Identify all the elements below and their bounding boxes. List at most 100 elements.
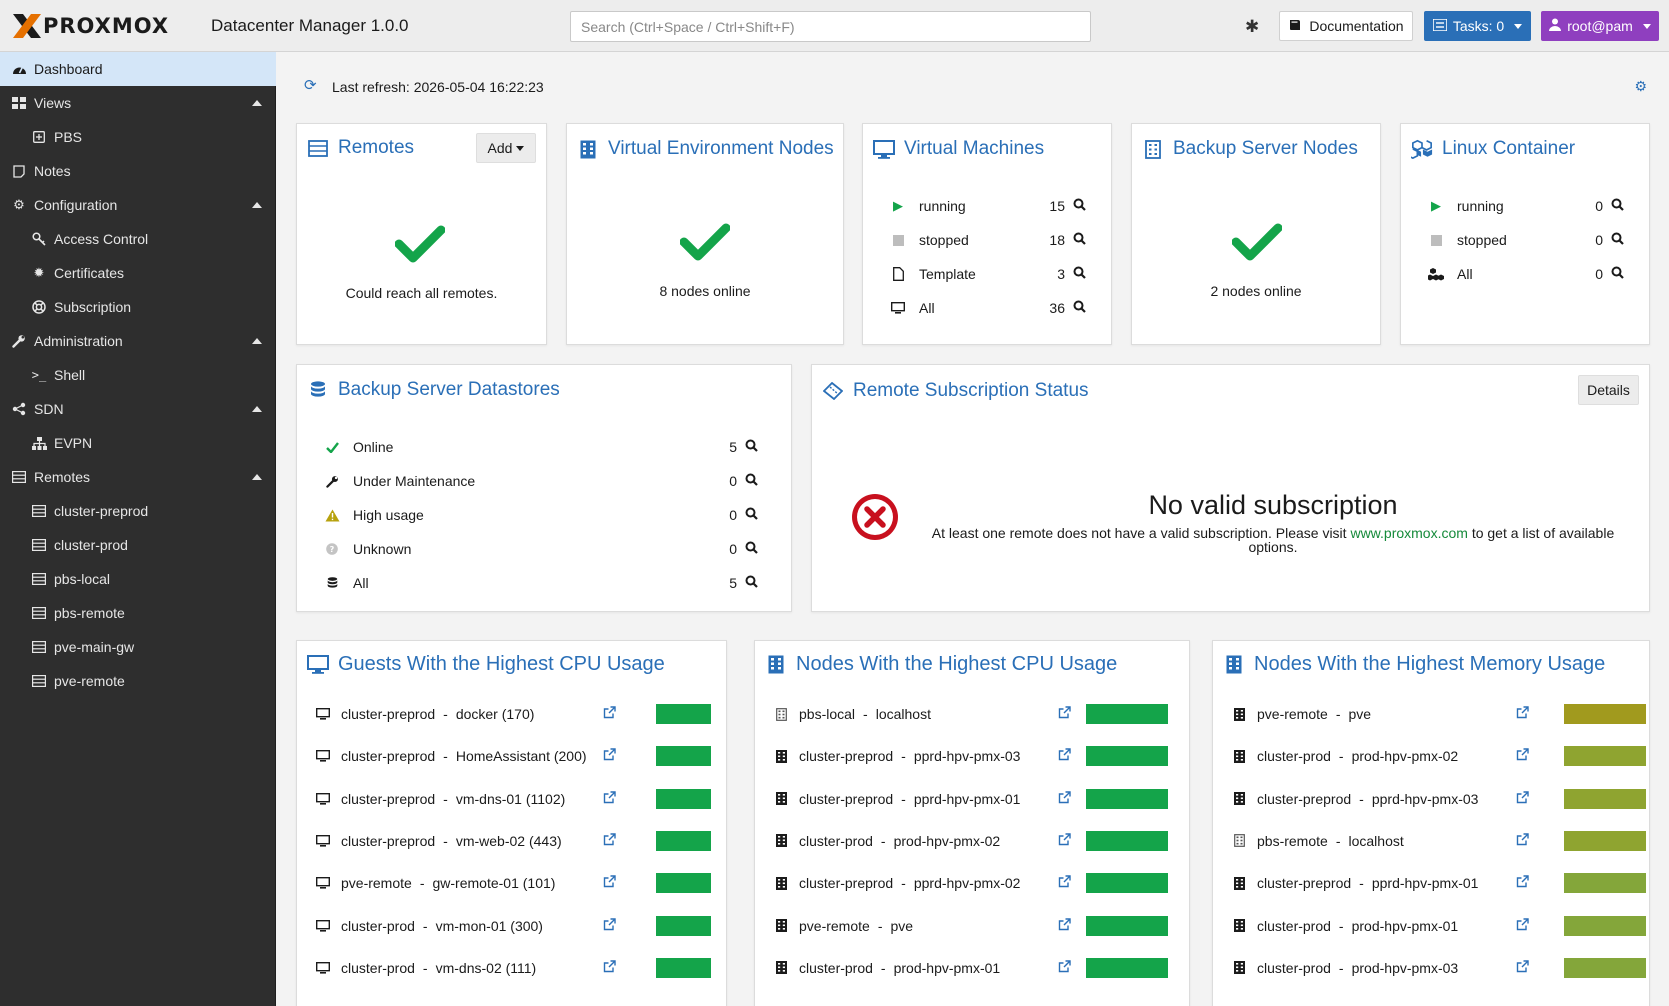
list-item[interactable]: cluster-prod - prod-hpv-pmx-03 [1231, 947, 1646, 989]
sidebar-item-configuration[interactable]: ⚙ Configuration [0, 188, 276, 222]
lxc-stopped-row[interactable]: stopped 0 [1425, 225, 1635, 255]
external-link-icon[interactable] [603, 706, 616, 722]
list-item[interactable]: cluster-preprod - pprd-hpv-pmx-02 [773, 862, 1178, 904]
sidebar-item-subscription[interactable]: Subscription [0, 290, 276, 324]
external-link-icon[interactable] [1058, 790, 1071, 807]
collapse-icon[interactable] [252, 474, 262, 480]
external-link-icon[interactable] [603, 833, 616, 849]
vm-all-row[interactable]: All 36 [887, 293, 1097, 323]
refresh-icon[interactable]: ⟳ [304, 76, 317, 94]
external-link-icon[interactable] [603, 875, 616, 891]
external-link-icon[interactable] [1058, 875, 1071, 891]
datastore-high-usage-row[interactable]: High usage 0 [321, 500, 771, 530]
sidebar-item-pbs[interactable]: PBS [0, 120, 276, 154]
search-icon[interactable] [1073, 232, 1086, 248]
datastore-maintenance-row[interactable]: Under Maintenance 0 [321, 466, 771, 496]
proxmox-logo[interactable]: PROXMOX [12, 12, 169, 40]
vm-stopped-row[interactable]: stopped 18 [887, 225, 1097, 255]
search-icon[interactable] [1611, 266, 1624, 282]
search-icon[interactable] [1073, 300, 1086, 316]
lxc-all-row[interactable]: All 0 [1425, 259, 1635, 289]
search-icon[interactable] [745, 507, 758, 523]
collapse-icon[interactable] [252, 338, 262, 344]
search-icon[interactable] [745, 439, 758, 455]
list-item[interactable]: cluster-prod - prod-hpv-pmx-02 [1231, 735, 1646, 777]
list-item[interactable]: cluster-preprod - HomeAssistant (200) [315, 735, 715, 777]
search-icon[interactable] [1073, 266, 1086, 282]
sidebar-item-notes[interactable]: Notes [0, 154, 276, 188]
external-link-icon[interactable] [1058, 706, 1071, 722]
external-link-icon[interactable] [603, 917, 616, 934]
external-link-icon[interactable] [1058, 833, 1071, 849]
list-item[interactable]: cluster-preprod - docker (170) [315, 693, 715, 735]
list-item[interactable]: cluster-prod - prod-hpv-pmx-01 [773, 947, 1178, 989]
external-link-icon[interactable] [603, 960, 616, 976]
external-link-icon[interactable] [1516, 706, 1529, 722]
search-input[interactable] [570, 11, 1091, 42]
external-link-icon[interactable] [1058, 748, 1071, 764]
search-icon[interactable] [745, 473, 758, 489]
sidebar-item-views[interactable]: Views [0, 86, 276, 120]
list-item[interactable]: pve-remote - pve [1231, 693, 1646, 735]
list-item[interactable]: pve-remote - pve [773, 905, 1178, 947]
proxmox-link[interactable]: www.proxmox.com [1350, 525, 1467, 541]
sidebar-item-pbs-local[interactable]: pbs-local [0, 562, 276, 596]
search-icon[interactable] [745, 575, 758, 591]
list-item[interactable]: cluster-prod - vm-mon-01 (300) [315, 905, 715, 947]
external-link-icon[interactable] [1516, 917, 1529, 934]
search-icon[interactable] [1611, 198, 1624, 214]
details-button[interactable]: Details [1578, 375, 1639, 405]
external-link-icon[interactable] [1516, 748, 1529, 764]
collapse-icon[interactable] [252, 202, 262, 208]
sidebar-item-evpn[interactable]: EVPN [0, 426, 276, 460]
external-link-icon[interactable] [1058, 960, 1071, 976]
datastore-online-row[interactable]: Online 5 [321, 432, 771, 462]
documentation-button[interactable]: Documentation [1279, 11, 1413, 41]
sidebar-item-administration[interactable]: Administration [0, 324, 276, 358]
external-link-icon[interactable] [1516, 833, 1529, 849]
lxc-running-row[interactable]: ▶ running 0 [1425, 191, 1635, 221]
external-link-icon[interactable] [603, 790, 616, 807]
list-item[interactable]: cluster-preprod - vm-dns-01 (1102) [315, 778, 715, 820]
sidebar-item-remotes[interactable]: Remotes [0, 460, 276, 494]
external-link-icon[interactable] [603, 748, 616, 764]
list-item[interactable]: cluster-prod - prod-hpv-pmx-02 [773, 820, 1178, 862]
external-link-icon[interactable] [1058, 917, 1071, 934]
collapse-icon[interactable] [252, 100, 262, 106]
list-item[interactable]: cluster-preprod - pprd-hpv-pmx-01 [773, 778, 1178, 820]
external-link-icon[interactable] [1516, 960, 1529, 976]
list-item[interactable]: cluster-preprod - pprd-hpv-pmx-01 [1231, 862, 1646, 904]
search-icon[interactable] [1611, 232, 1624, 248]
list-item[interactable]: cluster-prod - prod-hpv-pmx-01 [1231, 905, 1646, 947]
sidebar-item-dashboard[interactable]: Dashboard [0, 52, 276, 86]
datastore-unknown-row[interactable]: ? Unknown 0 [321, 534, 771, 564]
collapse-icon[interactable] [252, 406, 262, 412]
search-icon[interactable] [745, 541, 758, 557]
list-item[interactable]: cluster-preprod - pprd-hpv-pmx-03 [1231, 778, 1646, 820]
vm-template-row[interactable]: Template 3 [887, 259, 1097, 289]
list-item[interactable]: pbs-local - localhost [773, 693, 1178, 735]
user-menu-button[interactable]: root@pam [1541, 11, 1659, 41]
vm-running-row[interactable]: ▶ running 15 [887, 191, 1097, 221]
datastore-all-row[interactable]: All 5 [321, 568, 771, 598]
search-icon[interactable] [1073, 198, 1086, 214]
dashboard-settings-icon[interactable]: ⚙ [1634, 78, 1647, 95]
list-item[interactable]: cluster-preprod - vm-web-02 (443) [315, 820, 715, 862]
sidebar-item-cluster-preprod[interactable]: cluster-preprod [0, 494, 276, 528]
list-item[interactable]: pve-remote - gw-remote-01 (101) [315, 862, 715, 904]
list-item[interactable]: pbs-remote - localhost [1231, 820, 1646, 862]
sidebar-item-pve-main-gw[interactable]: pve-main-gw [0, 630, 276, 664]
list-item[interactable]: cluster-preprod - pprd-hpv-pmx-03 [773, 735, 1178, 777]
asterisk-settings-icon[interactable]: ✱ [1245, 17, 1259, 37]
sidebar-item-access-control[interactable]: Access Control [0, 222, 276, 256]
list-item[interactable]: cluster-prod - vm-dns-02 (111) [315, 947, 715, 989]
external-link-icon[interactable] [1516, 790, 1529, 807]
tasks-button[interactable]: Tasks: 0 [1424, 11, 1531, 41]
external-link-icon[interactable] [1516, 875, 1529, 891]
add-remote-button[interactable]: Add [476, 133, 536, 163]
sidebar-item-shell[interactable]: >_ Shell [0, 358, 276, 392]
sidebar-item-cluster-prod[interactable]: cluster-prod [0, 528, 276, 562]
sidebar-item-certificates[interactable]: ✹ Certificates [0, 256, 276, 290]
sidebar-item-pve-remote[interactable]: pve-remote [0, 664, 276, 698]
sidebar-item-pbs-remote[interactable]: pbs-remote [0, 596, 276, 630]
